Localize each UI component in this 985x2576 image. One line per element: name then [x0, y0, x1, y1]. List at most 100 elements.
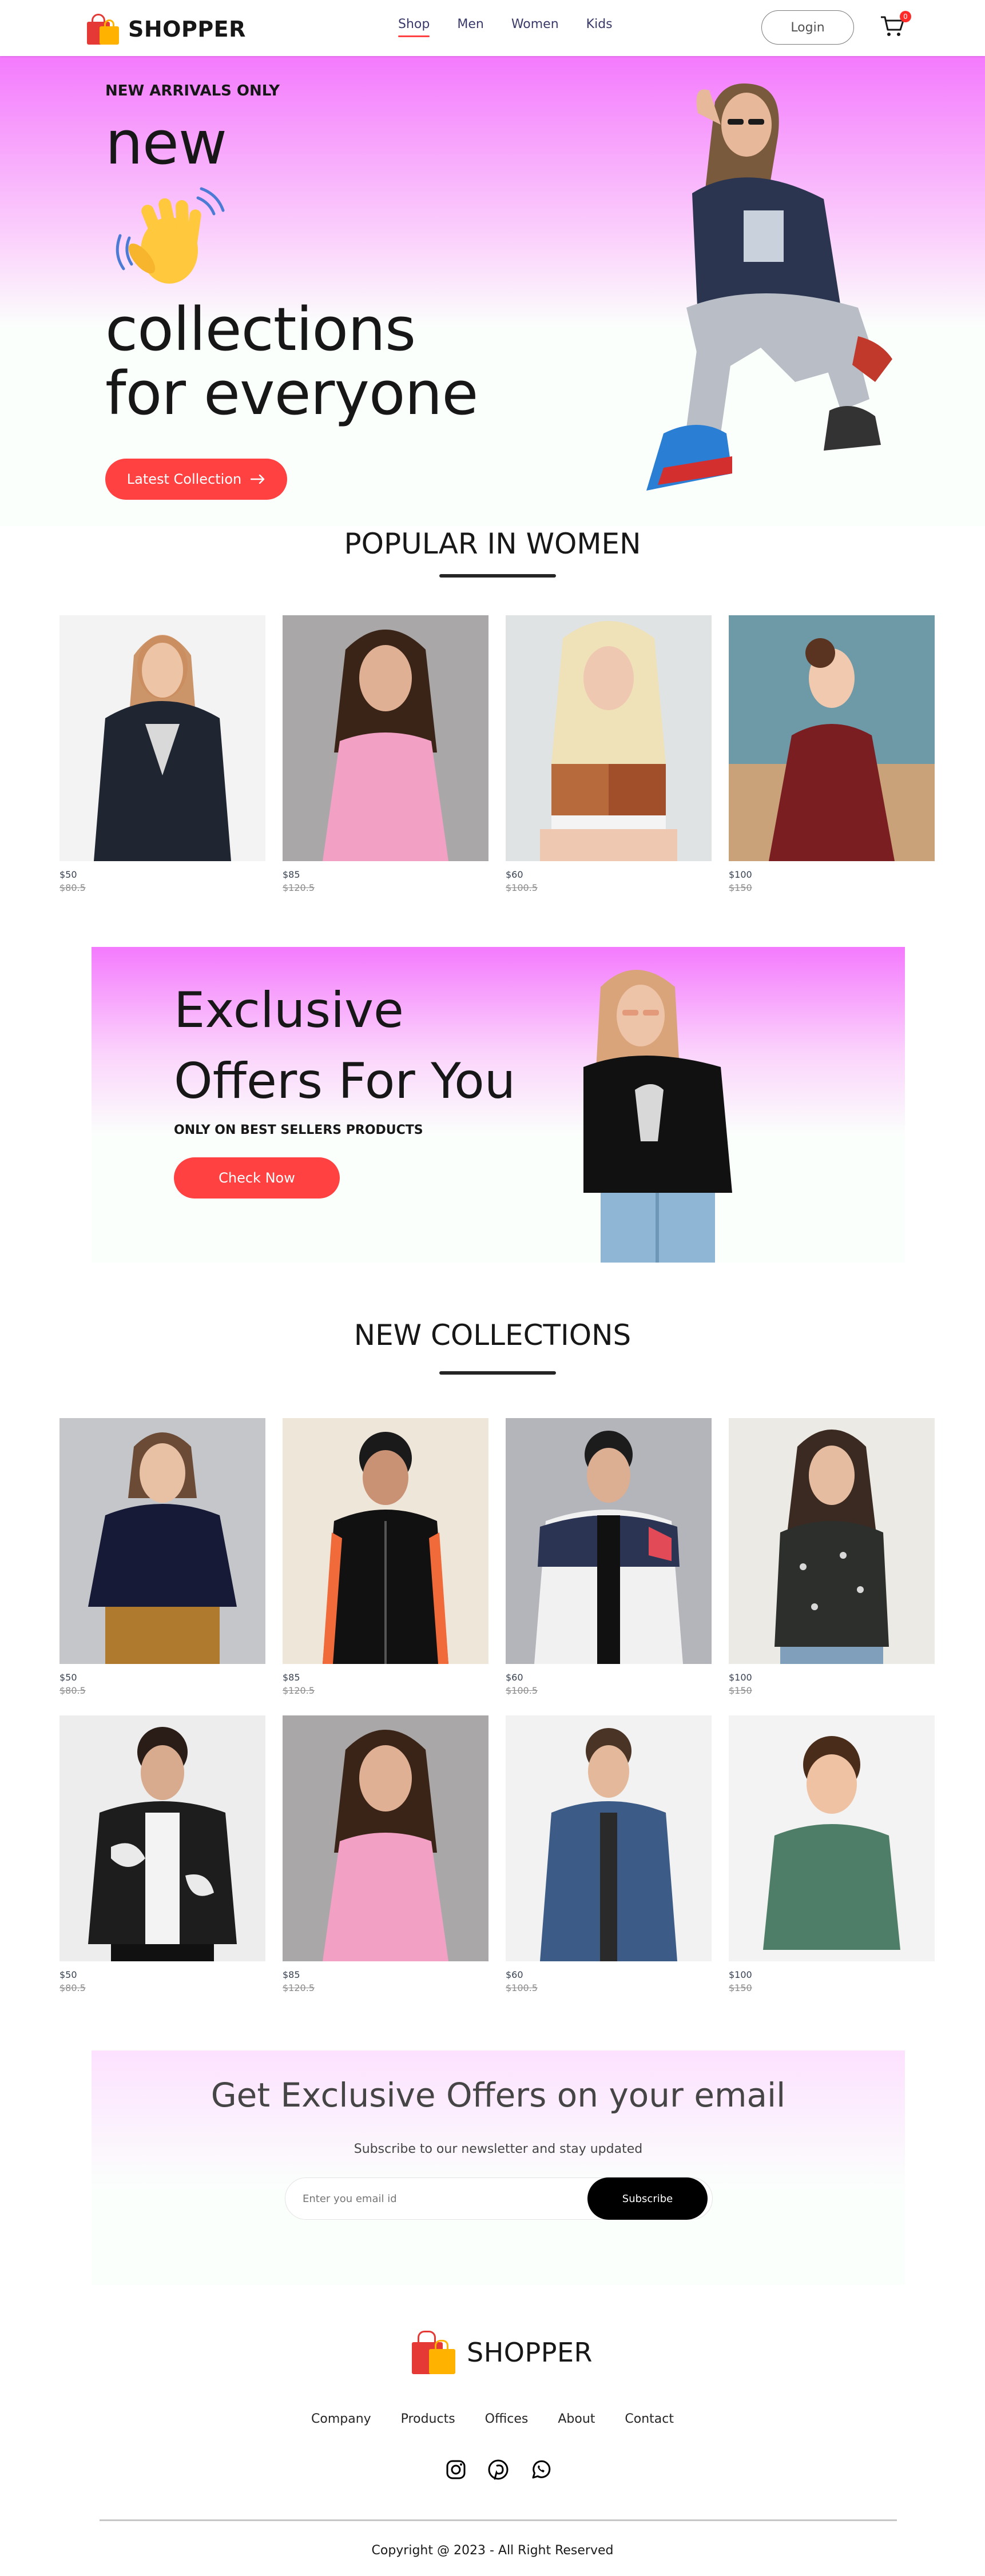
product-image[interactable] — [506, 1418, 712, 1664]
footer-links: Company Products Offices About Contact — [0, 2412, 985, 2426]
popular-title-underline — [439, 574, 556, 578]
email-input[interactable] — [303, 2178, 577, 2219]
product-card[interactable]: $100 $150 — [729, 1418, 935, 1696]
footer-logo[interactable]: SHOPPER — [408, 2330, 593, 2375]
product-card[interactable]: $50 $80.5 — [59, 1715, 265, 1993]
product-card[interactable]: $60 $100.5 — [506, 1418, 712, 1696]
social-icons — [445, 2459, 551, 2481]
offers-subtitle: ONLY ON BEST SELLERS PRODUCTS — [174, 1123, 423, 1137]
product-old-price: $80.5 — [59, 1982, 86, 1993]
waving-hand-icon — [116, 187, 225, 284]
footer-link-company[interactable]: Company — [311, 2412, 371, 2426]
product-price: $50 — [59, 1672, 77, 1683]
newsletter-form: Subscribe — [285, 2177, 713, 2220]
shopping-bag-icon — [408, 2330, 456, 2375]
product-image[interactable] — [506, 615, 712, 861]
product-image[interactable] — [283, 1418, 488, 1664]
shopping-bag-icon — [85, 13, 120, 46]
product-old-price: $120.5 — [283, 1685, 315, 1696]
newsletter-title: Get Exclusive Offers on your email — [210, 2076, 786, 2115]
login-button[interactable]: Login — [761, 10, 854, 45]
new-collections-title: NEW COLLECTIONS — [354, 1319, 631, 1352]
product-card[interactable]: $100 $150 — [729, 1715, 935, 1993]
product-card[interactable]: $85 $120.5 — [283, 615, 488, 893]
navbar: SHOPPER Shop Men Women Kids Login 0 — [0, 0, 985, 56]
product-old-price: $100.5 — [506, 882, 538, 893]
offers-headline-2: Offers For You — [174, 1053, 516, 1110]
hero-headline-3: for everyone — [105, 359, 478, 428]
footer-link-products[interactable]: Products — [401, 2412, 455, 2426]
product-image[interactable] — [729, 1418, 935, 1664]
product-price: $85 — [283, 1672, 300, 1683]
product-old-price: $100.5 — [506, 1685, 538, 1696]
check-now-button[interactable]: Check Now — [174, 1157, 340, 1199]
product-card[interactable]: $85 $120.5 — [283, 1418, 488, 1696]
menu-item-women[interactable]: Women — [511, 17, 559, 31]
product-card[interactable]: $60 $100.5 — [506, 615, 712, 893]
product-old-price: $150 — [729, 1982, 752, 1993]
product-old-price: $150 — [729, 1685, 752, 1696]
product-image[interactable] — [59, 1715, 265, 1961]
arrow-right-icon — [251, 475, 265, 484]
menu-item-men[interactable]: Men — [457, 17, 483, 31]
brand-logo[interactable]: SHOPPER — [85, 13, 246, 46]
product-card[interactable]: $100 $150 — [729, 615, 935, 893]
product-card[interactable]: $85 $120.5 — [283, 1715, 488, 1993]
product-image[interactable] — [283, 1715, 488, 1961]
cart-count-badge: 0 — [900, 11, 911, 22]
hero-headline-1: new — [105, 108, 227, 178]
product-price: $100 — [729, 1969, 752, 1980]
footer-divider — [100, 2519, 897, 2521]
product-card[interactable]: $50 $80.5 — [59, 615, 265, 893]
footer-link-about[interactable]: About — [558, 2412, 595, 2426]
popular-section-title: POPULAR IN WOMEN — [344, 527, 641, 560]
new-collections-underline — [439, 1371, 556, 1375]
menu-item-shop[interactable]: Shop — [398, 17, 430, 37]
product-price: $100 — [729, 869, 752, 880]
product-old-price: $150 — [729, 882, 752, 893]
newsletter-subtitle: Subscribe to our newsletter and stay upd… — [354, 2142, 643, 2156]
hero-headline-2: collections — [105, 294, 416, 364]
product-price: $100 — [729, 1672, 752, 1683]
product-price: $85 — [283, 869, 300, 880]
product-card[interactable]: $60 $100.5 — [506, 1715, 712, 1993]
menu-item-kids[interactable]: Kids — [586, 17, 613, 31]
footer-link-offices[interactable]: Offices — [485, 2412, 529, 2426]
product-image[interactable] — [59, 615, 265, 861]
subscribe-button[interactable]: Subscribe — [587, 2177, 708, 2220]
offers-headline-1: Exclusive — [174, 982, 404, 1039]
product-price: $85 — [283, 1969, 300, 1980]
product-image[interactable] — [59, 1418, 265, 1664]
latest-collection-button[interactable]: Latest Collection — [105, 459, 287, 500]
product-price: $60 — [506, 869, 523, 880]
product-card[interactable]: $50 $80.5 — [59, 1418, 265, 1696]
footer-brand-name: SHOPPER — [467, 2337, 593, 2368]
main-menu: Shop Men Women Kids — [398, 17, 640, 37]
product-old-price: $80.5 — [59, 882, 86, 893]
offers-banner: Exclusive Offers For You ONLY ON BEST SE… — [92, 947, 905, 1263]
product-price: $60 — [506, 1672, 523, 1683]
hero-eyebrow: NEW ARRIVALS ONLY — [105, 82, 280, 99]
offers-model-image — [583, 970, 732, 1263]
copyright-text: Copyright @ 2023 - All Right Reserved — [371, 2543, 614, 2558]
instagram-icon[interactable] — [445, 2459, 467, 2481]
newsletter-section: Get Exclusive Offers on your email Subsc… — [92, 2051, 905, 2285]
product-price: $60 — [506, 1969, 523, 1980]
whatsapp-icon[interactable] — [530, 2459, 551, 2481]
hero-model-image — [646, 83, 892, 491]
brand-name: SHOPPER — [128, 17, 246, 42]
product-price: $50 — [59, 1969, 77, 1980]
latest-collection-label: Latest Collection — [126, 471, 242, 487]
footer-link-contact[interactable]: Contact — [625, 2412, 674, 2426]
product-old-price: $100.5 — [506, 1982, 538, 1993]
product-price: $50 — [59, 869, 77, 880]
product-image[interactable] — [729, 615, 935, 861]
product-old-price: $80.5 — [59, 1685, 86, 1696]
pinterest-icon[interactable] — [487, 2459, 509, 2481]
product-image[interactable] — [729, 1715, 935, 1961]
product-old-price: $120.5 — [283, 882, 315, 893]
product-old-price: $120.5 — [283, 1982, 315, 1993]
product-image[interactable] — [506, 1715, 712, 1961]
product-image[interactable] — [283, 615, 488, 861]
hero-section: NEW ARRIVALS ONLY new collections for ev… — [0, 56, 985, 526]
